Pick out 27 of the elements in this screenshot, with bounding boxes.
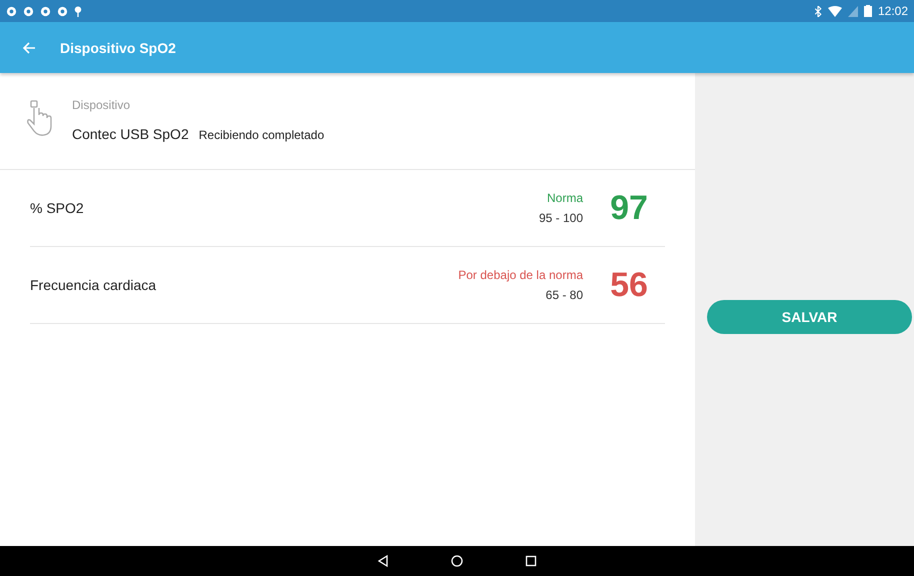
bluetooth-icon	[814, 6, 822, 16]
measurement-value: 97	[609, 188, 649, 228]
recents-nav-icon[interactable]	[524, 554, 538, 568]
clock-time: 12:02	[878, 4, 908, 18]
home-nav-icon[interactable]	[450, 554, 464, 568]
notification-icon	[23, 6, 34, 16]
notification-icon	[40, 6, 51, 16]
measurement-name: Frecuencia cardiaca	[30, 277, 158, 293]
battery-icon	[864, 5, 872, 17]
pin-icon	[74, 6, 82, 16]
device-label: Dispositivo	[72, 98, 132, 112]
notification-icon	[6, 6, 17, 16]
measurement-name: % SPO2	[30, 200, 85, 216]
device-status: Recibiendo completado	[198, 128, 324, 142]
measurement-status: Por debajo de la norma	[458, 268, 583, 282]
normal-range: 95 - 100	[538, 211, 583, 225]
device-name: Contec USB SpO2	[72, 126, 189, 142]
measurement-status: Norma	[546, 191, 583, 205]
wifi-icon	[828, 6, 842, 16]
no-signal-icon	[848, 6, 858, 16]
measurement-value: 56	[609, 266, 649, 304]
normal-range: 65 - 80	[546, 288, 583, 302]
back-nav-icon[interactable]	[376, 554, 390, 568]
save-button[interactable]: SALVAR	[707, 300, 912, 334]
screen-title: Dispositivo SpO2	[60, 40, 176, 56]
notification-icon	[57, 6, 68, 16]
back-arrow-icon[interactable]	[22, 40, 36, 54]
